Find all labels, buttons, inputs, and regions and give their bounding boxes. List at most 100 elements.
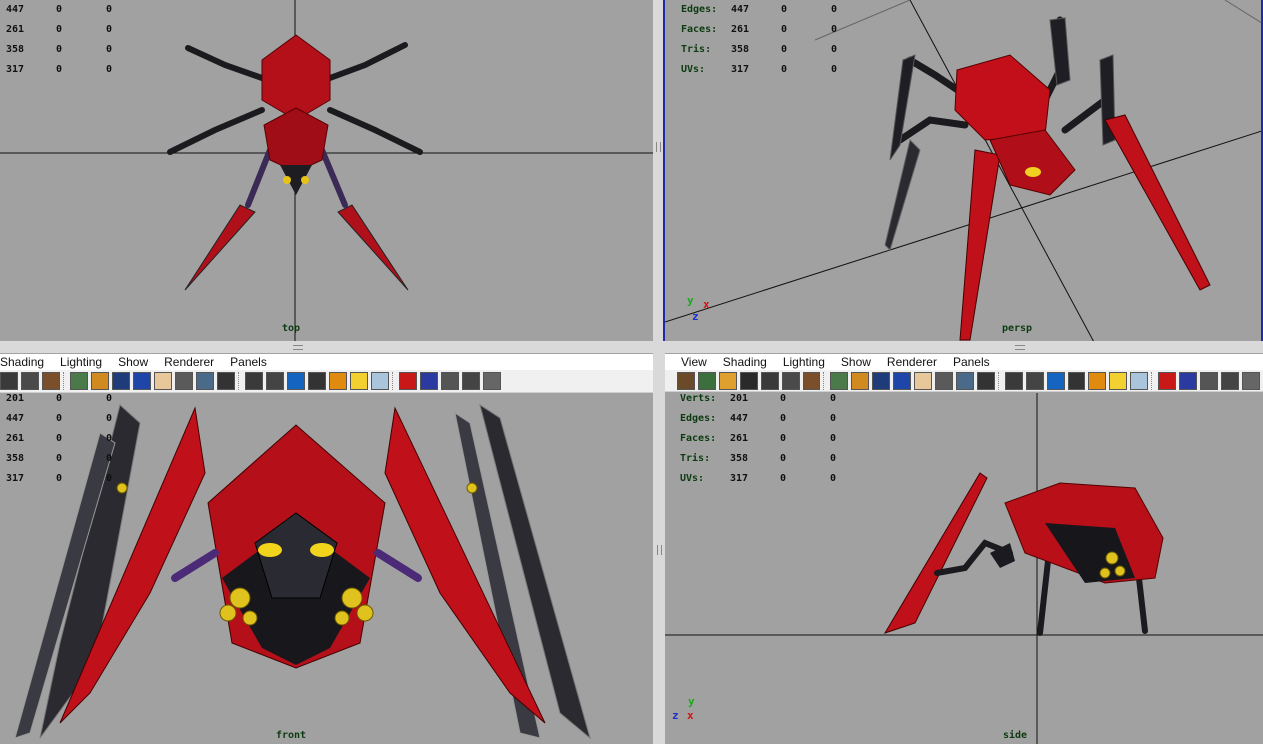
- wire-on-shaded-icon[interactable]: [112, 372, 130, 390]
- stat-value: 0: [56, 44, 63, 55]
- stats-hud: Edges: 447 0 0 Faces: 261 0 0 Tris: 358 0 0 UVs: 3…: [681, 0, 881, 80]
- stats-row: Edges: 447 0 0: [681, 0, 881, 20]
- stat-value: 317: [6, 64, 25, 75]
- backface-icon[interactable]: [914, 371, 933, 390]
- cube-icon[interactable]: [1025, 371, 1044, 390]
- camera-icon[interactable]: [760, 371, 779, 390]
- light-icon[interactable]: [1088, 371, 1107, 390]
- stat-value: 317: [730, 473, 749, 484]
- menu-lighting[interactable]: Lighting: [52, 355, 110, 369]
- pale-cube-icon[interactable]: [1130, 371, 1149, 390]
- select-camera-icon[interactable]: [21, 372, 39, 390]
- resolution-gate-icon[interactable]: [196, 372, 214, 390]
- resolution-gate-icon[interactable]: [955, 371, 974, 390]
- box-icon[interactable]: [441, 372, 459, 390]
- cube-icon[interactable]: [266, 372, 284, 390]
- blue-cube-icon[interactable]: [287, 372, 305, 390]
- stat-label: Tris:: [680, 453, 711, 464]
- stat-label: Faces:: [680, 433, 717, 444]
- textured-icon[interactable]: [1004, 371, 1023, 390]
- image-plane-icon[interactable]: [70, 372, 88, 390]
- xray-icon[interactable]: [893, 371, 912, 390]
- stat-value: 447: [6, 413, 25, 424]
- menu-show[interactable]: Show: [833, 355, 879, 369]
- smooth-shade-icon[interactable]: [697, 371, 716, 390]
- viewport-front[interactable]: 201 0 0 447 0 0 261 0 0 358 0 0 317 0 0 front: [0, 393, 653, 744]
- shaded-icon[interactable]: [91, 372, 109, 390]
- stat-value: 0: [56, 413, 63, 424]
- viewport-persp[interactable]: Edges: 447 0 0 Faces: 261 0 0 Tris: 358 0 0 UVs: 3…: [663, 0, 1263, 344]
- stats-hud: Verts: 201 0 0 Edges: 447 0 0 Faces: 261 0 0 Tris…: [680, 393, 880, 489]
- hypershade-icon[interactable]: [1241, 371, 1260, 390]
- stat-value: 0: [830, 413, 837, 424]
- menu-panels[interactable]: Panels: [945, 355, 998, 369]
- bulb-icon[interactable]: [1109, 371, 1128, 390]
- grid-frame-icon[interactable]: [1221, 371, 1239, 390]
- menu-panels[interactable]: Panels: [222, 355, 275, 369]
- stats-row: Tris: 358 0 0: [681, 40, 881, 60]
- safe-title-icon[interactable]: [217, 372, 235, 390]
- image-plane-icon[interactable]: [830, 371, 849, 390]
- viewport-top[interactable]: 447 0 0 261 0 0 358 0 0 317 0 0 top: [0, 0, 653, 341]
- stat-value: 0: [781, 44, 788, 55]
- viewport-side[interactable]: Verts: 201 0 0 Edges: 447 0 0 Faces: 261 0 0 Tris…: [665, 393, 1263, 744]
- pane-divider-vertical[interactable]: [653, 0, 663, 344]
- backface-icon[interactable]: [154, 372, 172, 390]
- divider-grip[interactable]: [293, 345, 303, 350]
- stat-value: 261: [6, 24, 25, 35]
- toolbar-separator: [823, 371, 827, 390]
- axis-gizmo: y z x: [670, 695, 700, 727]
- isolate-icon[interactable]: [175, 372, 193, 390]
- frame-icon[interactable]: [1179, 371, 1198, 390]
- camera-icon[interactable]: [0, 372, 18, 390]
- dark-cube-icon[interactable]: [1067, 371, 1086, 390]
- viewport-label: side: [1002, 730, 1028, 741]
- bookmark-icon[interactable]: [802, 371, 821, 390]
- divider-grip[interactable]: [1015, 345, 1025, 350]
- stat-value: 0: [106, 64, 113, 75]
- wireframe-icon[interactable]: [677, 371, 695, 390]
- pane-divider-vertical[interactable]: [653, 353, 665, 744]
- panel-toolbar-front: [0, 370, 653, 393]
- isolate-icon[interactable]: [935, 371, 953, 390]
- bulb-icon[interactable]: [350, 372, 368, 390]
- stats-row: 447 0 0: [6, 0, 156, 20]
- menu-renderer[interactable]: Renderer: [156, 355, 222, 369]
- dark-cube-icon[interactable]: [308, 372, 326, 390]
- divider-grip[interactable]: [656, 142, 661, 152]
- menu-renderer[interactable]: Renderer: [879, 355, 945, 369]
- menu-shading[interactable]: Shading: [715, 355, 775, 369]
- hypershade-icon[interactable]: [483, 372, 501, 390]
- divider-grip[interactable]: [657, 545, 662, 555]
- stat-value: 0: [106, 413, 113, 424]
- menu-view[interactable]: View: [665, 355, 715, 369]
- grid-icon[interactable]: [739, 371, 758, 390]
- red-cube-icon[interactable]: [1158, 371, 1177, 390]
- select-camera-icon[interactable]: [781, 371, 800, 390]
- pale-cube-icon[interactable]: [371, 372, 389, 390]
- shaded-icon[interactable]: [851, 371, 870, 390]
- texture-icon[interactable]: [718, 371, 737, 390]
- frame-icon[interactable]: [420, 372, 438, 390]
- red-cube-icon[interactable]: [399, 372, 417, 390]
- textured-icon[interactable]: [245, 372, 263, 390]
- menu-shading[interactable]: Shading: [0, 355, 52, 369]
- stat-value: 0: [56, 433, 63, 444]
- box-icon[interactable]: [1200, 371, 1218, 390]
- stats-row: UVs: 317 0 0: [681, 60, 881, 80]
- stat-value: 261: [731, 24, 750, 35]
- menu-show[interactable]: Show: [110, 355, 156, 369]
- stat-value: 0: [780, 413, 787, 424]
- blue-cube-icon[interactable]: [1046, 371, 1065, 390]
- xray-icon[interactable]: [133, 372, 151, 390]
- light-icon[interactable]: [329, 372, 347, 390]
- stat-value: 261: [6, 433, 25, 444]
- safe-title-icon[interactable]: [976, 371, 995, 390]
- bookmark-icon[interactable]: [42, 372, 60, 390]
- menu-lighting[interactable]: Lighting: [775, 355, 833, 369]
- stat-value: 0: [56, 473, 63, 484]
- stat-value: 0: [56, 24, 63, 35]
- pane-divider-horizontal[interactable]: [0, 341, 1263, 353]
- grid-frame-icon[interactable]: [462, 372, 480, 390]
- wire-on-shaded-icon[interactable]: [872, 371, 891, 390]
